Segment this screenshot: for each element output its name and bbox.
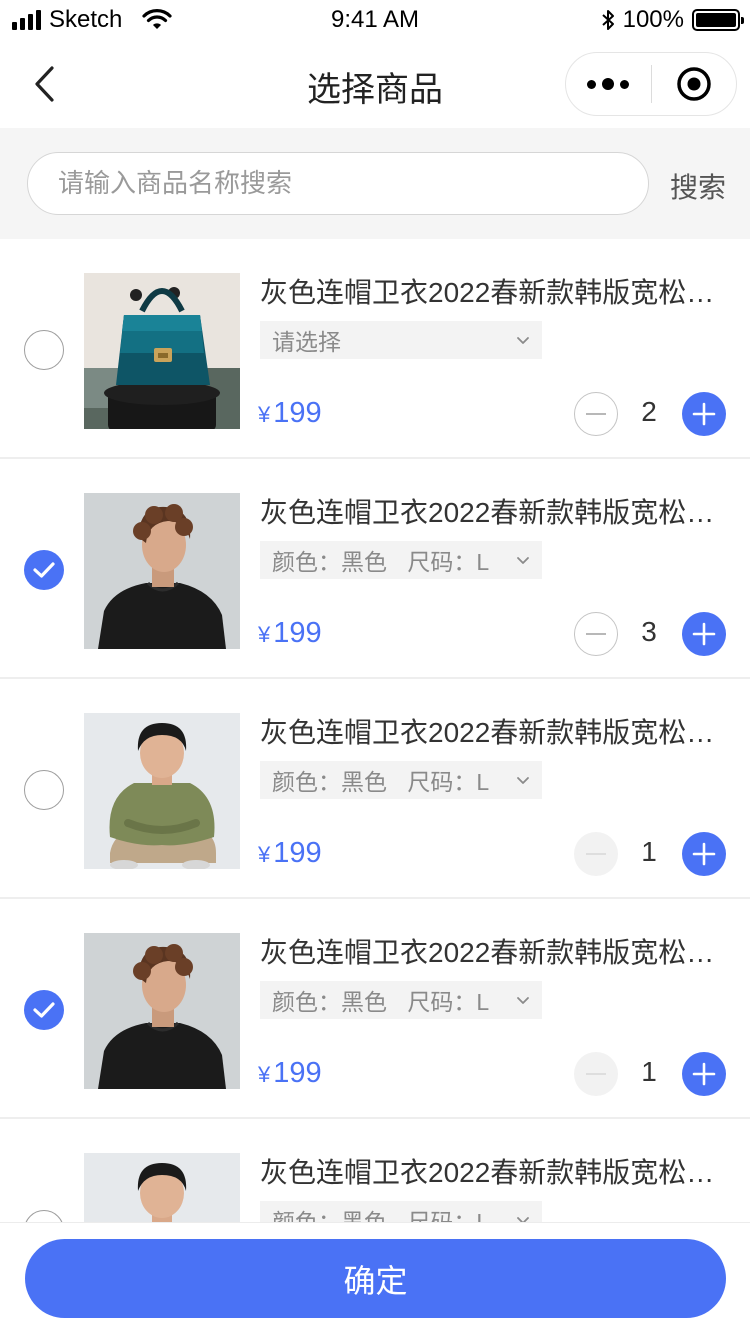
search-bar: 搜索 [0, 128, 750, 239]
status-bar: Sketch 9:41 AM 100% [0, 0, 750, 40]
plus-icon [692, 1062, 716, 1086]
spec-label: 请选择 [272, 329, 341, 355]
currency-symbol: ¥ [258, 842, 271, 867]
product-title: 灰色连帽卫衣2022春新款韩版宽松… [260, 1157, 715, 1188]
price-value: 199 [273, 617, 322, 649]
product-image[interactable] [84, 933, 240, 1089]
spec-label: 颜色：黑色 尺码：L [272, 769, 490, 795]
spec-label: 颜色：黑色 尺码：L [272, 989, 490, 1015]
battery-icon [692, 9, 744, 31]
product-image[interactable] [84, 1153, 240, 1223]
currency-symbol: ¥ [258, 1062, 271, 1087]
plus-icon [692, 842, 716, 866]
plus-icon [692, 402, 716, 426]
chevron-down-icon [517, 776, 529, 784]
quantity-value: 1 [641, 1056, 657, 1087]
select-checkbox[interactable] [24, 990, 64, 1030]
price-value: 199 [273, 1057, 322, 1089]
product-item[interactable]: 灰色连帽卫衣2022春新款韩版宽松… 请选择 ¥199 2 [0, 239, 750, 459]
spec-selector[interactable]: 请选择 [260, 321, 542, 359]
spec-label: 颜色：黑色 尺码：L [272, 1209, 490, 1223]
quantity-value: 2 [641, 396, 657, 427]
minus-icon [586, 633, 606, 635]
spec-label: 颜色：黑色 尺码：L [272, 549, 490, 575]
minus-icon [586, 413, 606, 415]
product-price: ¥199 [258, 1057, 322, 1090]
navigation-bar: 选择商品 [0, 40, 750, 128]
product-item[interactable]: 灰色连帽卫衣2022春新款韩版宽松… 颜色：黑色 尺码：L ¥199 1 [0, 679, 750, 899]
more-button[interactable] [566, 52, 651, 116]
quantity-increase-button[interactable] [682, 832, 726, 876]
search-button[interactable]: 搜索 [670, 166, 726, 206]
select-checkbox[interactable] [24, 330, 64, 370]
footer-bar: 确定 [0, 1222, 750, 1334]
search-input-wrapper [27, 152, 649, 215]
product-title: 灰色连帽卫衣2022春新款韩版宽松… [260, 717, 715, 748]
quantity-decrease-button[interactable] [574, 1052, 618, 1096]
target-close-icon [677, 67, 711, 101]
product-price: ¥199 [258, 397, 322, 430]
quantity-decrease-button[interactable] [574, 832, 618, 876]
battery-percent: 100% [622, 6, 684, 33]
more-dots-icon [587, 79, 597, 89]
product-item[interactable]: 灰色连帽卫衣2022春新款韩版宽松… 颜色：黑色 尺码：L ¥199 1 [0, 899, 750, 1119]
product-item[interactable]: 灰色连帽卫衣2022春新款韩版宽松…颜色：黑色 尺码：L¥1991 [0, 1119, 750, 1223]
product-title: 灰色连帽卫衣2022春新款韩版宽松… [260, 937, 715, 968]
chevron-down-icon [517, 996, 529, 1004]
product-title: 灰色连帽卫衣2022春新款韩版宽松… [260, 277, 715, 308]
status-right: 100% [601, 6, 744, 34]
check-icon [33, 562, 55, 578]
product-price: ¥199 [258, 837, 322, 870]
search-input[interactable] [28, 153, 648, 214]
plus-icon [692, 622, 716, 646]
spec-selector[interactable]: 颜色：黑色 尺码：L [260, 541, 542, 579]
product-image[interactable] [84, 273, 240, 429]
product-title: 灰色连帽卫衣2022春新款韩版宽松… [260, 497, 715, 528]
check-icon [33, 1002, 55, 1018]
chevron-down-icon [517, 336, 529, 344]
quantity-decrease-button[interactable] [574, 612, 618, 656]
select-checkbox[interactable] [24, 770, 64, 810]
quantity-increase-button[interactable] [682, 1052, 726, 1096]
price-value: 199 [273, 837, 322, 869]
quantity-value: 1 [641, 836, 657, 867]
product-price: ¥199 [258, 617, 322, 650]
quantity-value: 3 [641, 616, 657, 647]
minus-icon [586, 1073, 606, 1075]
spec-selector[interactable]: 颜色：黑色 尺码：L [260, 981, 542, 1019]
quantity-increase-button[interactable] [682, 392, 726, 436]
mini-program-capsule [565, 52, 737, 116]
currency-symbol: ¥ [258, 622, 271, 647]
confirm-button[interactable]: 确定 [25, 1239, 726, 1318]
close-button[interactable] [652, 52, 737, 116]
currency-symbol: ¥ [258, 402, 271, 427]
spec-selector[interactable]: 颜色：黑色 尺码：L [260, 1201, 542, 1223]
chevron-down-icon [517, 556, 529, 564]
product-image[interactable] [84, 493, 240, 649]
price-value: 199 [273, 397, 322, 429]
spec-selector[interactable]: 颜色：黑色 尺码：L [260, 761, 542, 799]
quantity-decrease-button[interactable] [574, 392, 618, 436]
product-image[interactable] [84, 713, 240, 869]
product-list: 灰色连帽卫衣2022春新款韩版宽松… 请选择 ¥199 2 灰色连帽卫衣2022春新款… [0, 239, 750, 1223]
product-item[interactable]: 灰色连帽卫衣2022春新款韩版宽松… 颜色：黑色 尺码：L ¥199 3 [0, 459, 750, 679]
select-checkbox[interactable] [24, 550, 64, 590]
quantity-increase-button[interactable] [682, 612, 726, 656]
minus-icon [586, 853, 606, 855]
bluetooth-icon [601, 10, 614, 30]
